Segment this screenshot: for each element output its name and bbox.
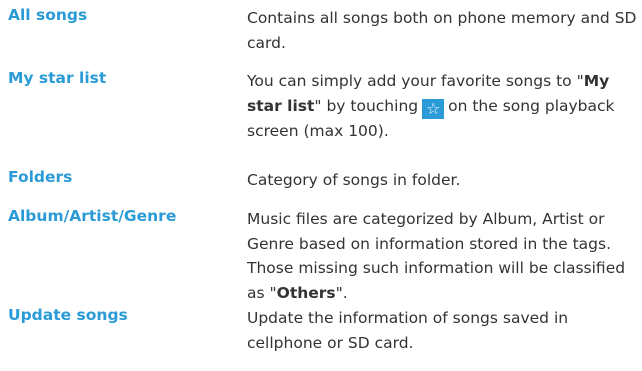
desc-my-star-list: You can simply add your favorite songs t… — [247, 69, 639, 143]
term-album-artist-genre: Album/Artist/Genre — [8, 207, 177, 225]
star-icon: ☆ — [422, 98, 445, 119]
desc-text: ". — [335, 283, 348, 302]
desc-text: You can simply add your favorite songs t… — [247, 72, 584, 90]
term-my-star-list: My star list — [8, 69, 107, 87]
desc-album-artist-genre: Music files are categorized by Album, Ar… — [247, 207, 639, 305]
desc-folders: Category of songs in folder. — [247, 171, 461, 189]
desc-bold: Others — [276, 283, 336, 302]
term-update-songs: Update songs — [8, 306, 128, 324]
term-all-songs: All songs — [8, 6, 88, 24]
desc-text: " by touching — [314, 96, 419, 115]
desc-update-songs: Update the information of songs saved in… — [247, 309, 569, 352]
term-folders: Folders — [8, 168, 73, 186]
desc-all-songs: Contains all songs both on phone memory … — [247, 9, 637, 52]
